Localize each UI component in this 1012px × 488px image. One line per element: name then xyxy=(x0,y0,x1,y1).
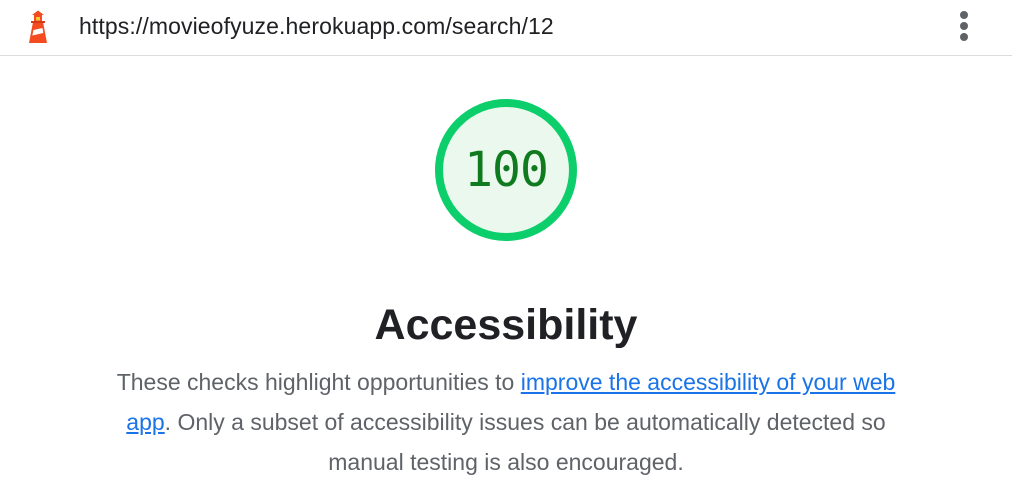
address-bar-url[interactable]: https://movieofyuze.herokuapp.com/search… xyxy=(79,12,554,40)
vertical-ellipsis-icon xyxy=(960,33,968,41)
vertical-ellipsis-icon xyxy=(960,11,968,19)
accessibility-score-gauge: 100 xyxy=(433,97,579,243)
description-suffix: . Only a subset of accessibility issues … xyxy=(164,409,886,475)
score-value: 100 xyxy=(464,142,549,198)
category-title: Accessibility xyxy=(374,300,638,349)
description-prefix: These checks highlight opportunities to xyxy=(116,369,521,395)
lighthouse-icon xyxy=(29,10,47,43)
more-options-button[interactable] xyxy=(950,6,978,46)
category-description: These checks highlight opportunities to … xyxy=(106,362,906,482)
vertical-ellipsis-icon xyxy=(960,22,968,30)
browser-toolbar: https://movieofyuze.herokuapp.com/search… xyxy=(0,0,1012,56)
